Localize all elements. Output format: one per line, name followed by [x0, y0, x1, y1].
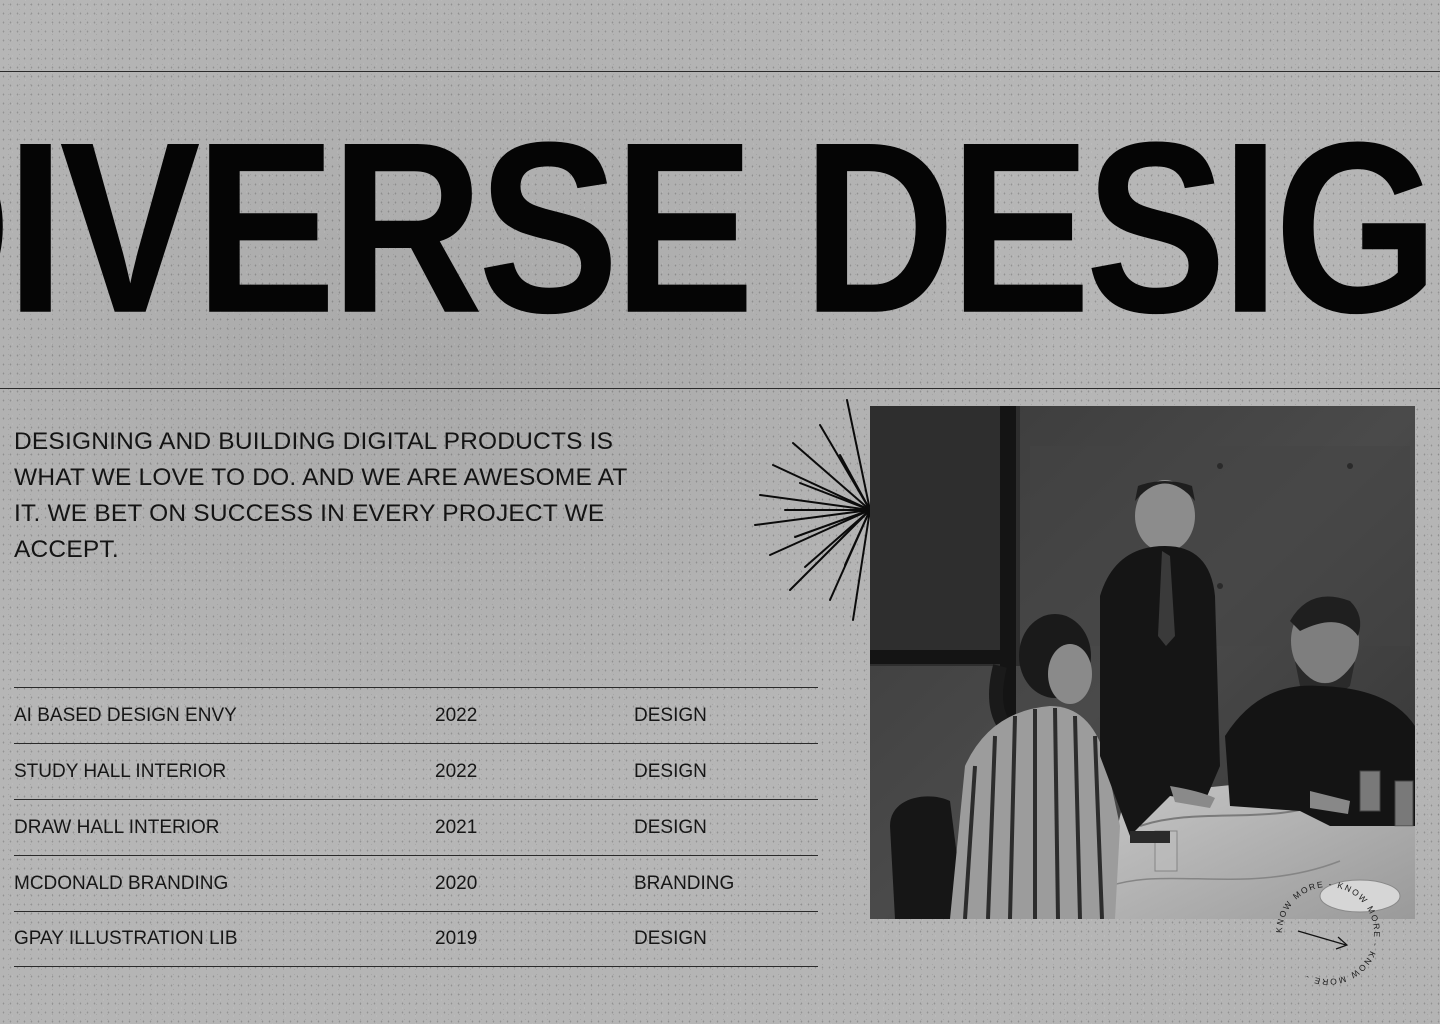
- project-category: DESIGN: [634, 816, 707, 838]
- arrow-up-right-icon: [1297, 930, 1349, 950]
- hero-bottom-rule: [0, 388, 1440, 389]
- know-more-button[interactable]: KNOW MORE - KNOW MORE - KNOW MORE -: [1268, 873, 1388, 993]
- project-category: DESIGN: [634, 928, 707, 949]
- table-row[interactable]: AI BASED DESIGN ENVY 2022 DESIGN: [14, 687, 818, 743]
- know-more-label: KNOW MORE - KNOW MORE - KNOW MORE -: [1274, 879, 1381, 987]
- table-row[interactable]: MCDONALD BRANDING 2020 BRANDING: [14, 855, 818, 911]
- project-year: 2020: [435, 872, 478, 894]
- table-row[interactable]: STUDY HALL INTERIOR 2022 DESIGN: [14, 743, 818, 799]
- starburst-icon: [754, 399, 871, 621]
- project-year: 2019: [435, 928, 478, 949]
- project-category: DESIGN: [634, 704, 707, 726]
- know-more-ring-text: KNOW MORE - KNOW MORE - KNOW MORE -: [1274, 879, 1382, 987]
- table-row[interactable]: GPAY ILLUSTRATION LIB 2019 DESIGN: [14, 911, 818, 967]
- project-year: 2022: [435, 760, 478, 782]
- project-name: AI BASED DESIGN ENVY: [14, 704, 237, 726]
- project-name: MCDONALD BRANDING: [14, 872, 229, 894]
- project-year: 2022: [435, 704, 478, 726]
- project-category: DESIGN: [634, 760, 707, 782]
- project-name: STUDY HALL INTERIOR: [14, 760, 227, 782]
- project-name: GPAY ILLUSTRATION LIB: [14, 928, 238, 949]
- team-photo: [870, 406, 1415, 919]
- project-name: DRAW HALL INTERIOR: [14, 816, 220, 838]
- project-year: 2021: [435, 816, 478, 838]
- project-category: BRANDING: [634, 872, 735, 894]
- intro-text: DESIGNING AND BUILDING DIGITAL PRODUCTS …: [14, 428, 628, 563]
- top-rule: [0, 71, 1440, 72]
- projects-table: AI BASED DESIGN ENVY 2022 DESIGN STUDY H…: [14, 687, 818, 967]
- hero-title-text: DIVERSE DESIGN: [0, 91, 1440, 364]
- table-row[interactable]: DRAW HALL INTERIOR 2021 DESIGN: [14, 799, 818, 855]
- hero-title: DIVERSE DESIGN: [0, 78, 1440, 378]
